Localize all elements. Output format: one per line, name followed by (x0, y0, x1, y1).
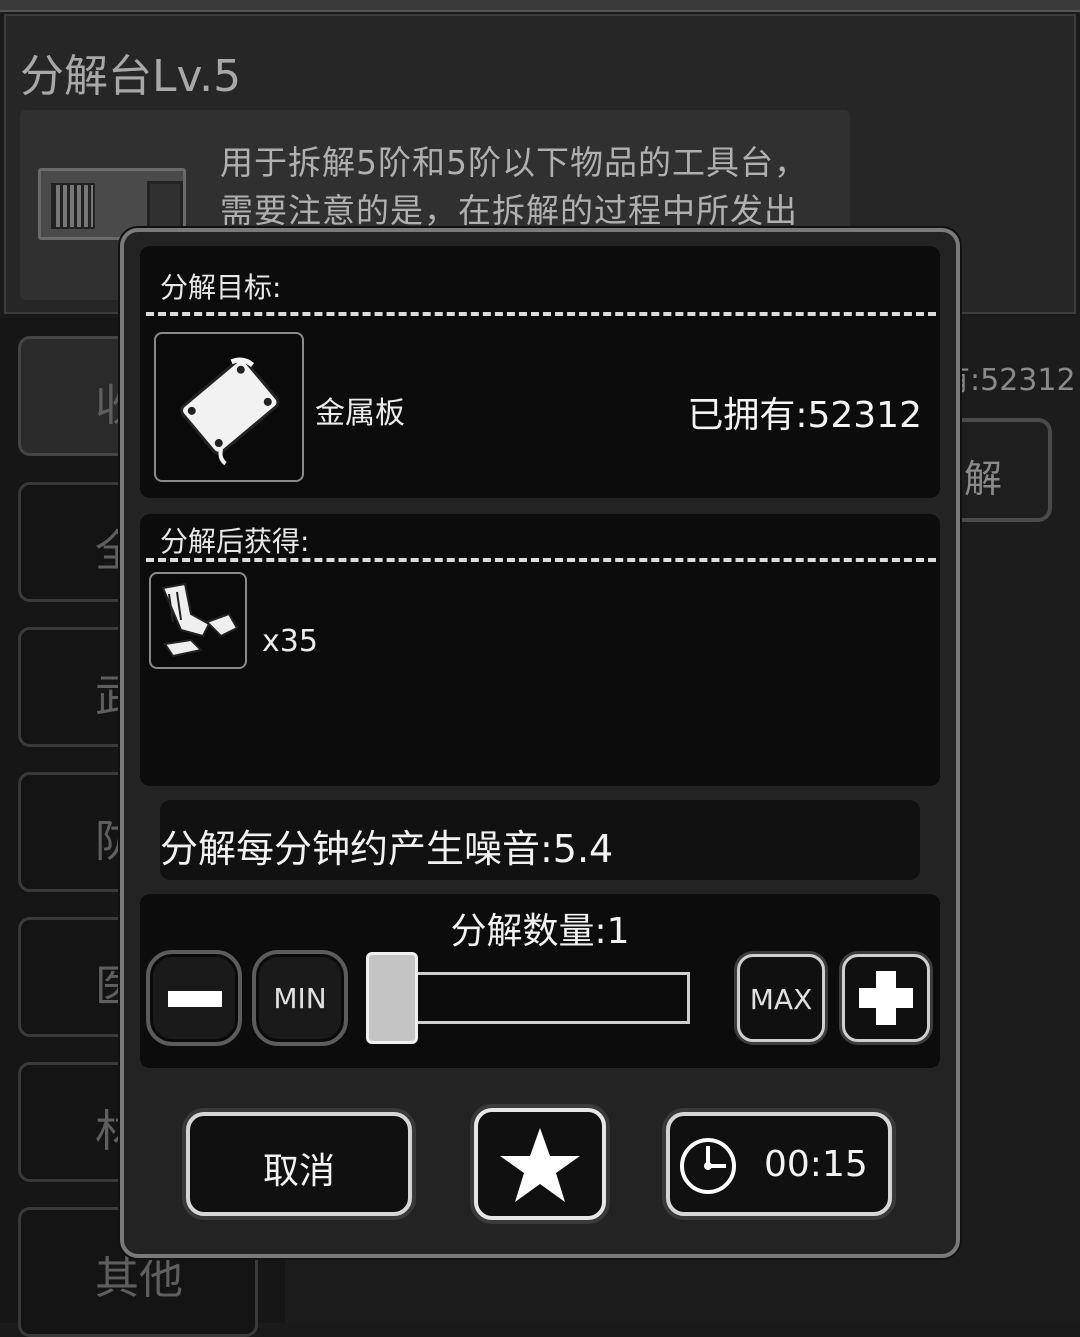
max-label: MAX (749, 983, 813, 1016)
scrap-metal-icon (161, 582, 239, 658)
description-line-1: 用于拆解5阶和5阶以下物品的工具台， (220, 143, 808, 182)
target-divider (146, 312, 936, 316)
button-label: 解 (964, 457, 1003, 501)
timer-button[interactable]: 00:15 (666, 1112, 892, 1216)
background-owned-count: 有:52312 (940, 363, 1076, 398)
star-icon (500, 1128, 580, 1202)
plus-icon (859, 971, 913, 1025)
timer-label: 00:15 (764, 1144, 868, 1185)
metal-plate-icon (180, 357, 280, 466)
result-header: 分解后获得: (160, 525, 310, 558)
noise-text: 分解每分钟约产生噪音:5.4 (160, 827, 614, 871)
target-item-name: 金属板 (315, 396, 405, 431)
minus-icon (168, 991, 222, 1007)
cancel-label: 取消 (262, 1151, 335, 1192)
increase-button[interactable] (842, 954, 930, 1042)
quantity-label: 分解数量:1 (450, 911, 630, 952)
result-item-slot[interactable] (149, 572, 247, 669)
max-button[interactable]: MAX (737, 954, 825, 1042)
target-owned-count: 已拥有:52312 (687, 395, 922, 436)
min-label: MIN (273, 982, 327, 1015)
favorite-button[interactable] (474, 1108, 606, 1220)
target-item-slot[interactable] (154, 332, 304, 482)
workbench-title: 分解台Lv.5 (20, 51, 242, 102)
quantity-slider-handle[interactable] (366, 952, 418, 1044)
decrease-button[interactable] (146, 950, 242, 1046)
min-button[interactable]: MIN (252, 950, 348, 1046)
target-header: 分解目标: (160, 271, 282, 304)
result-divider (146, 558, 936, 562)
result-item-count: x35 (262, 624, 318, 659)
description-line-2: 需要注意的是，在拆解的过程中所发出 (220, 191, 798, 230)
clock-icon (680, 1138, 736, 1194)
cancel-button[interactable]: 取消 (186, 1112, 412, 1216)
top-strip (0, 0, 1080, 12)
